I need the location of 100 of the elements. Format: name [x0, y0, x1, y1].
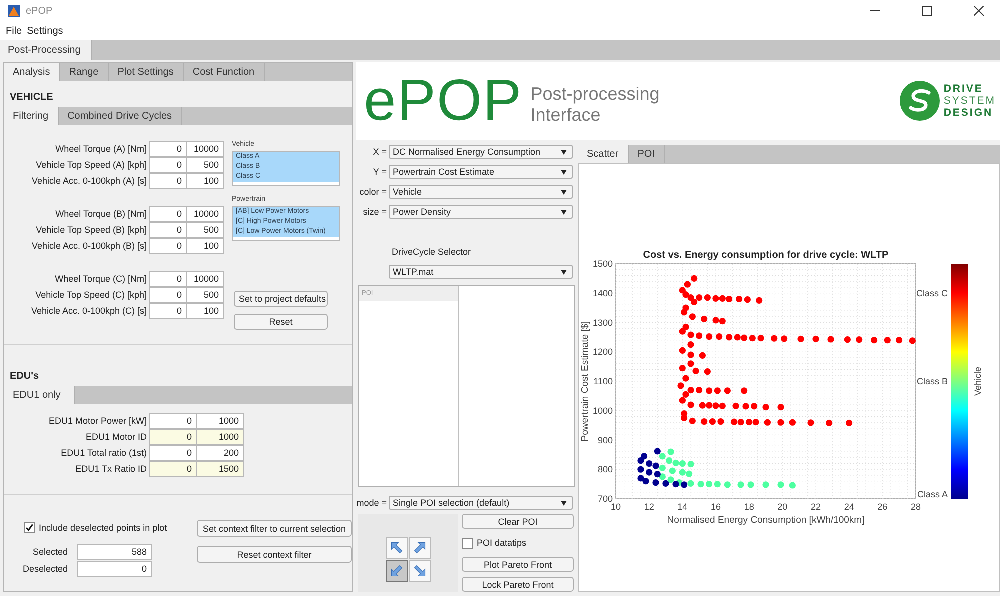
arrow-button[interactable]: [386, 560, 408, 582]
push-button[interactable]: Lock Pareto Front: [462, 577, 574, 592]
input-field[interactable]: 1000: [196, 413, 244, 429]
push-button[interactable]: Reset context filter: [197, 546, 352, 563]
input-field[interactable]: 1000: [196, 429, 244, 445]
input-field[interactable]: 10000: [186, 206, 224, 222]
axis-tick-label: 14: [678, 502, 688, 512]
input-field[interactable]: 10000: [186, 271, 224, 287]
tab[interactable]: EDU1 only: [4, 386, 75, 404]
logo-subtitle: Post-processing: [530, 84, 660, 105]
axis-tick-label: 16: [711, 502, 721, 512]
input-field[interactable]: 500: [186, 157, 224, 173]
dropdown[interactable]: DC Normalised Energy Consumption: [389, 145, 573, 159]
input-field[interactable]: 0: [149, 413, 197, 429]
caret-icon: [561, 210, 567, 214]
input-field[interactable]: 1500: [196, 461, 244, 477]
input-field[interactable]: 0: [149, 271, 187, 287]
menu-item[interactable]: File: [6, 26, 22, 36]
close-icon[interactable]: [974, 6, 984, 16]
input-field[interactable]: 500: [186, 222, 224, 238]
tab[interactable]: Cost Function: [184, 63, 265, 81]
caret-icon: [561, 150, 567, 154]
axis-tick-label: 1000: [592, 406, 613, 416]
caret-icon: [561, 500, 567, 506]
field-label: EDU1 Total ratio (1st): [60, 447, 148, 460]
axis-tick-label: 1300: [592, 318, 613, 328]
colorbar-label: Class A: [917, 489, 948, 500]
input-field[interactable]: 0: [149, 445, 197, 461]
field-label: EDU1 Motor ID: [84, 431, 148, 444]
axis-tick-label: 1500: [592, 259, 613, 269]
field-label: size =: [362, 207, 388, 217]
field-label: Vehicle Top Speed (A) [kph]: [35, 159, 148, 172]
input-field[interactable]: 10000: [186, 141, 224, 157]
chart-title: Cost vs. Energy consumption for drive cycle: WLTP: [643, 250, 889, 261]
tab[interactable]: Scatter: [578, 145, 629, 163]
logo-subtitle: Interface: [530, 105, 602, 126]
checkbox[interactable]: [462, 538, 473, 548]
axis-tick-label: 1200: [592, 347, 613, 358]
input-field[interactable]: 0: [149, 157, 187, 173]
window-title: ePOP: [26, 6, 53, 16]
field-label: Vehicle Acc. 0-100kph (A) [s]: [30, 175, 148, 188]
tab[interactable]: Analysis: [4, 63, 60, 81]
tab[interactable]: Post-Processing: [0, 40, 92, 60]
push-button[interactable]: Set to project defaults: [234, 291, 328, 307]
input-field[interactable]: 0: [149, 461, 197, 477]
axis-tick-label: 10: [611, 502, 621, 512]
input-field[interactable]: 0: [149, 141, 187, 157]
readout-field: 0: [77, 561, 152, 577]
arrow-button[interactable]: [386, 537, 408, 559]
input-field[interactable]: 200: [196, 445, 244, 461]
checkbox-label: Include deselected points in plot: [39, 522, 168, 532]
field-label: Vehicle Top Speed (B) [kph]: [35, 224, 148, 237]
axis-tick-label: 24: [844, 502, 854, 512]
tab[interactable]: Plot Settings: [108, 63, 184, 81]
maximize-icon[interactable]: [922, 6, 932, 16]
input-field[interactable]: 500: [186, 287, 224, 303]
dropdown[interactable]: WLTP.mat: [389, 265, 573, 279]
dropdown[interactable]: Single POI selection (default): [389, 496, 573, 510]
input-field[interactable]: 0: [149, 222, 187, 238]
input-field[interactable]: 100: [186, 173, 224, 189]
arrow-button[interactable]: [408, 560, 430, 582]
dropdown[interactable]: Power Density: [389, 205, 573, 219]
field-label: EDU1 Tx Ratio ID: [74, 463, 148, 476]
push-button[interactable]: Clear POI: [462, 514, 574, 529]
colorbar-label: Class B: [916, 376, 948, 386]
checkbox[interactable]: [24, 522, 35, 533]
brand-text: DESIGN: [944, 107, 994, 119]
tab[interactable]: Filtering: [4, 107, 59, 125]
field-label: Wheel Torque (C) [Nm]: [54, 273, 148, 286]
input-field[interactable]: 0: [149, 173, 187, 189]
field-label: X =: [372, 147, 388, 157]
input-field[interactable]: 0: [149, 303, 187, 319]
menu-item[interactable]: Settings: [27, 26, 64, 36]
app-logo-text: ePOP: [364, 72, 523, 130]
arrow-button[interactable]: [408, 537, 430, 559]
input-field[interactable]: 0: [149, 287, 187, 303]
push-button[interactable]: Reset: [234, 314, 328, 330]
input-field[interactable]: 0: [149, 429, 197, 445]
s-logo-icon: [900, 81, 940, 121]
section-heading: EDU's: [9, 370, 40, 384]
input-field[interactable]: 0: [149, 206, 187, 222]
push-button[interactable]: Plot Pareto Front: [462, 557, 574, 572]
tab[interactable]: Combined Drive Cycles: [58, 107, 182, 125]
axis-tick-label: 800: [598, 464, 613, 475]
input-field[interactable]: 100: [186, 303, 224, 319]
axis-tick-label: 12: [644, 502, 654, 512]
axis-tick-label: 22: [811, 502, 821, 512]
field-label: Y =: [372, 167, 388, 177]
dropdown[interactable]: Powertrain Cost Estimate: [389, 165, 573, 179]
input-field[interactable]: 100: [186, 238, 224, 254]
push-button[interactable]: Set context filter to current selection: [197, 520, 352, 537]
axis-tick-label: 26: [878, 502, 888, 512]
caret-icon: [561, 190, 567, 194]
axis-tick-label: 18: [744, 502, 754, 512]
tab[interactable]: Range: [60, 63, 109, 81]
dropdown[interactable]: Vehicle: [389, 185, 573, 199]
axis-title: Powertrain Cost Estimate [$]: [580, 321, 591, 442]
input-field[interactable]: 0: [149, 238, 187, 254]
axis-tick-label: 1100: [594, 376, 613, 386]
field-label: Vehicle Top Speed (C) [kph]: [34, 289, 148, 302]
